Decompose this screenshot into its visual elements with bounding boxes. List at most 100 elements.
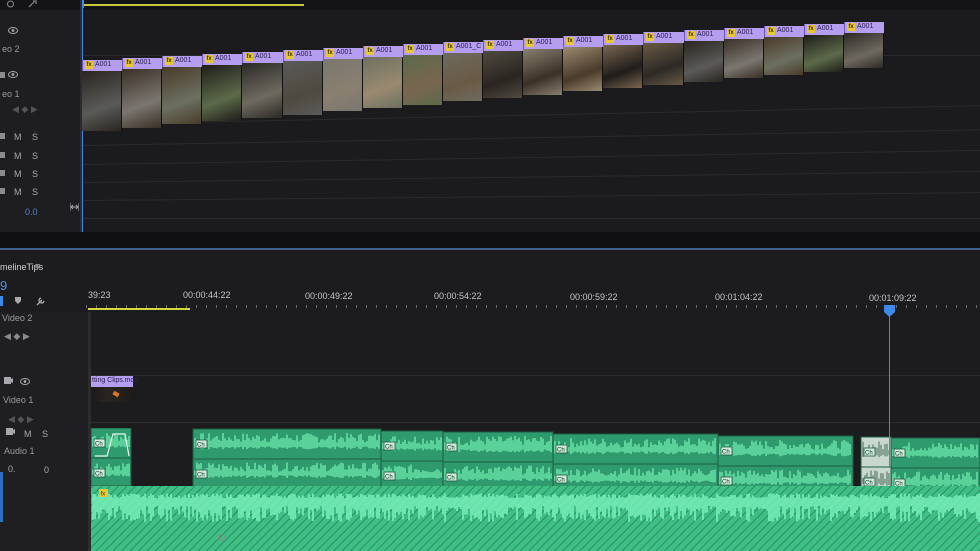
work-area-bar[interactable] — [88, 308, 190, 310]
keyframe-nav[interactable]: ◀ ◆ ▶ — [4, 331, 30, 342]
ruler-tick — [956, 305, 957, 308]
clip-header[interactable]: fx A001 — [323, 48, 363, 59]
solo-button[interactable]: S — [32, 169, 38, 179]
ruler-tick — [216, 305, 217, 308]
eye-icon[interactable] — [8, 71, 18, 78]
snap-icon[interactable] — [14, 296, 22, 305]
audio-solo-button[interactable]: S — [42, 429, 48, 439]
clip-thumbnail — [82, 71, 122, 131]
camera-icon[interactable] — [0, 188, 5, 194]
clip-header[interactable]: fx A001 — [242, 52, 283, 63]
ruler-tick — [236, 305, 237, 308]
audio-mute-button[interactable]: M — [24, 429, 32, 439]
solo-button[interactable]: S — [32, 151, 38, 161]
clip-header[interactable]: fx A001 — [684, 30, 724, 41]
clip-header[interactable]: fx A001 — [724, 28, 764, 39]
audio-channel-chip: Ch — [863, 477, 876, 487]
eye-icon[interactable] — [20, 378, 30, 385]
fx-badge: fx — [526, 39, 534, 47]
track-target-indicator[interactable] — [0, 472, 3, 522]
clip-name: A001 — [336, 49, 353, 56]
solo-button[interactable]: S — [32, 132, 38, 142]
ruler-tick — [526, 305, 527, 308]
camera-icon[interactable] — [0, 170, 5, 176]
camera-icon[interactable] — [0, 133, 5, 139]
clip-header[interactable]: fx A001 — [804, 24, 844, 35]
clip-thumbnail — [242, 63, 283, 118]
sequence-tab-menu[interactable]: ≡ — [35, 261, 40, 271]
clip-header[interactable]: fx A001 — [283, 50, 323, 61]
solo-button[interactable]: S — [32, 187, 38, 197]
clip-header[interactable]: fx A001 — [82, 60, 122, 71]
eye-icon[interactable] — [8, 27, 18, 34]
clip-header[interactable]: fx A001 — [603, 34, 643, 45]
clip-header[interactable]: fx A001 — [363, 46, 403, 57]
ruler-tick — [426, 305, 427, 308]
playhead-timecode[interactable]: 9 — [0, 278, 7, 293]
clip-header[interactable]: fx A001 — [643, 32, 684, 43]
audio-waveform — [194, 432, 380, 450]
wrench-icon[interactable] — [36, 296, 46, 306]
ruler-tick — [676, 305, 677, 308]
ruler-tick — [456, 305, 457, 308]
ruler-tick — [726, 305, 727, 308]
mute-button[interactable]: M — [14, 169, 22, 179]
clip-header[interactable]: fx A001_C — [443, 42, 483, 53]
audio1-track-clips[interactable]: Ch Ch Ch Ch Ch Ch Ch Ch Ch Ch Ch Ch Ch Ch Ch Ch fx — [91, 428, 980, 551]
ruler-tick — [596, 305, 597, 308]
mute-button[interactable]: M — [14, 132, 22, 142]
clip-header[interactable]: fx A001 — [764, 26, 804, 37]
audio-pan-value[interactable]: 0 — [44, 465, 49, 475]
audio-channel-chip: Ch — [893, 448, 906, 458]
clip-header[interactable]: fx A001 — [523, 38, 563, 49]
camera-icon[interactable] — [4, 377, 13, 384]
settings-icon[interactable] — [6, 0, 15, 8]
upper-track-divider — [83, 171, 980, 183]
camera-icon[interactable] — [0, 152, 5, 158]
clip-name: A001 — [135, 59, 152, 66]
playhead-icon[interactable] — [884, 305, 895, 317]
keyframe-nav[interactable]: ◀ ◆ ▶ — [8, 414, 34, 425]
clip-thumbnail — [764, 37, 804, 75]
ruler-tick — [936, 305, 937, 308]
video-clip-cutting-clips[interactable]: tting Clips.mov — [91, 376, 138, 426]
camera-icon[interactable] — [6, 428, 15, 435]
ruler-tick — [586, 305, 587, 308]
clip-header[interactable]: fx A001 — [162, 56, 202, 67]
audio-clip-large[interactable] — [91, 486, 980, 551]
upper-track-nav[interactable]: ◀ ◆ ▶ — [12, 104, 38, 115]
clip-header[interactable]: fx A001 — [403, 44, 443, 55]
ruler-tick — [636, 305, 637, 308]
upper-work-area-bar[interactable] — [84, 4, 304, 6]
clip-thumbnail — [122, 69, 162, 128]
svg-text:Ch: Ch — [722, 480, 730, 486]
wrench-icon[interactable] — [28, 0, 37, 8]
svg-text:Ch: Ch — [95, 472, 103, 478]
lower-track-divider — [91, 375, 980, 376]
clip-header[interactable]: fx A001 — [563, 36, 603, 47]
ruler-tick — [866, 305, 867, 308]
ruler-tick — [746, 305, 747, 308]
camera-icon[interactable] — [0, 72, 5, 78]
audio-waveform-canvas[interactable]: Ch Ch Ch Ch Ch Ch Ch ChCh Ch Ch Ch Ch Ch Ch Chfx — [91, 428, 980, 551]
timeline-scroll-handle[interactable] — [218, 534, 225, 541]
upper-video1-clip-strip[interactable]: fx A001 fx A001 fx A001 fx A001 fx A001 fx A001 fx A0… — [82, 20, 884, 131]
clip-thumbnail — [523, 49, 563, 95]
ruler-tick — [766, 305, 767, 308]
clip-name: A001 — [175, 57, 192, 64]
ruler-tick — [416, 305, 417, 308]
audio-channel-chip: Ch — [445, 472, 458, 482]
clip-name: A001 — [737, 29, 754, 36]
mute-button[interactable]: M — [14, 151, 22, 161]
clip-header[interactable]: fx A001 — [122, 58, 162, 69]
fit-to-window-icon[interactable] — [70, 203, 79, 211]
lower-track-divider — [91, 422, 980, 423]
audio-volume-value[interactable]: 0. — [8, 464, 16, 474]
master-volume-value[interactable]: 0.0 — [25, 207, 38, 217]
mute-button[interactable]: M — [14, 187, 22, 197]
clip-header[interactable]: fx A001 — [844, 22, 884, 33]
clip-header[interactable]: fx A001 — [483, 40, 523, 51]
ruler-tick — [496, 305, 497, 308]
clip-header[interactable]: fx A001 — [202, 54, 242, 65]
ruler-tick — [566, 305, 567, 308]
